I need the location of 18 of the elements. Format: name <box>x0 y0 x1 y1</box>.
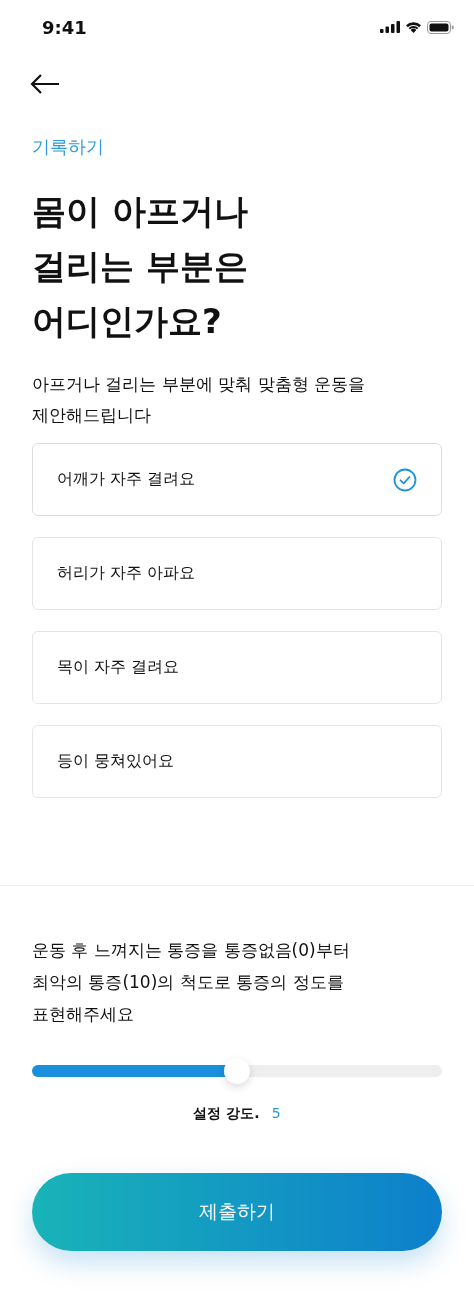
option-item[interactable]: 어깨가 자주 결려요 <box>32 443 442 516</box>
intensity-value: 5 <box>271 1105 281 1123</box>
intensity-label: 설정 강도. <box>193 1105 260 1123</box>
pain-description: 운동 후 느껴지는 통증을 통증없음(0)부터 최악의 통증(10)의 척도로 통증의 정도를 표현해주세요 <box>32 939 351 1026</box>
pain-slider[interactable] <box>32 1058 442 1084</box>
option-item[interactable]: 등이 뭉쳐있어요 <box>32 725 442 798</box>
option-item[interactable]: 목이 자주 결려요 <box>32 631 442 704</box>
battery-icon <box>427 20 454 34</box>
slider-handle[interactable] <box>224 1058 250 1084</box>
back-button[interactable] <box>30 73 60 95</box>
page-subtitle: 아프거나 걸리는 부분에 맞춰 맞춤형 운동을 제안해드립니다 <box>32 373 367 427</box>
page-title: 몸이 아프거나 걸리는 부분은 어디인가요? <box>32 190 249 343</box>
option-item[interactable]: 허리가 자주 아파요 <box>32 537 442 610</box>
section-label: 기록하기 <box>32 135 105 159</box>
status-time: 9:41 <box>42 16 87 38</box>
signal-icon <box>380 21 400 33</box>
wifi-icon <box>405 21 422 33</box>
check-circle-icon <box>393 467 417 492</box>
